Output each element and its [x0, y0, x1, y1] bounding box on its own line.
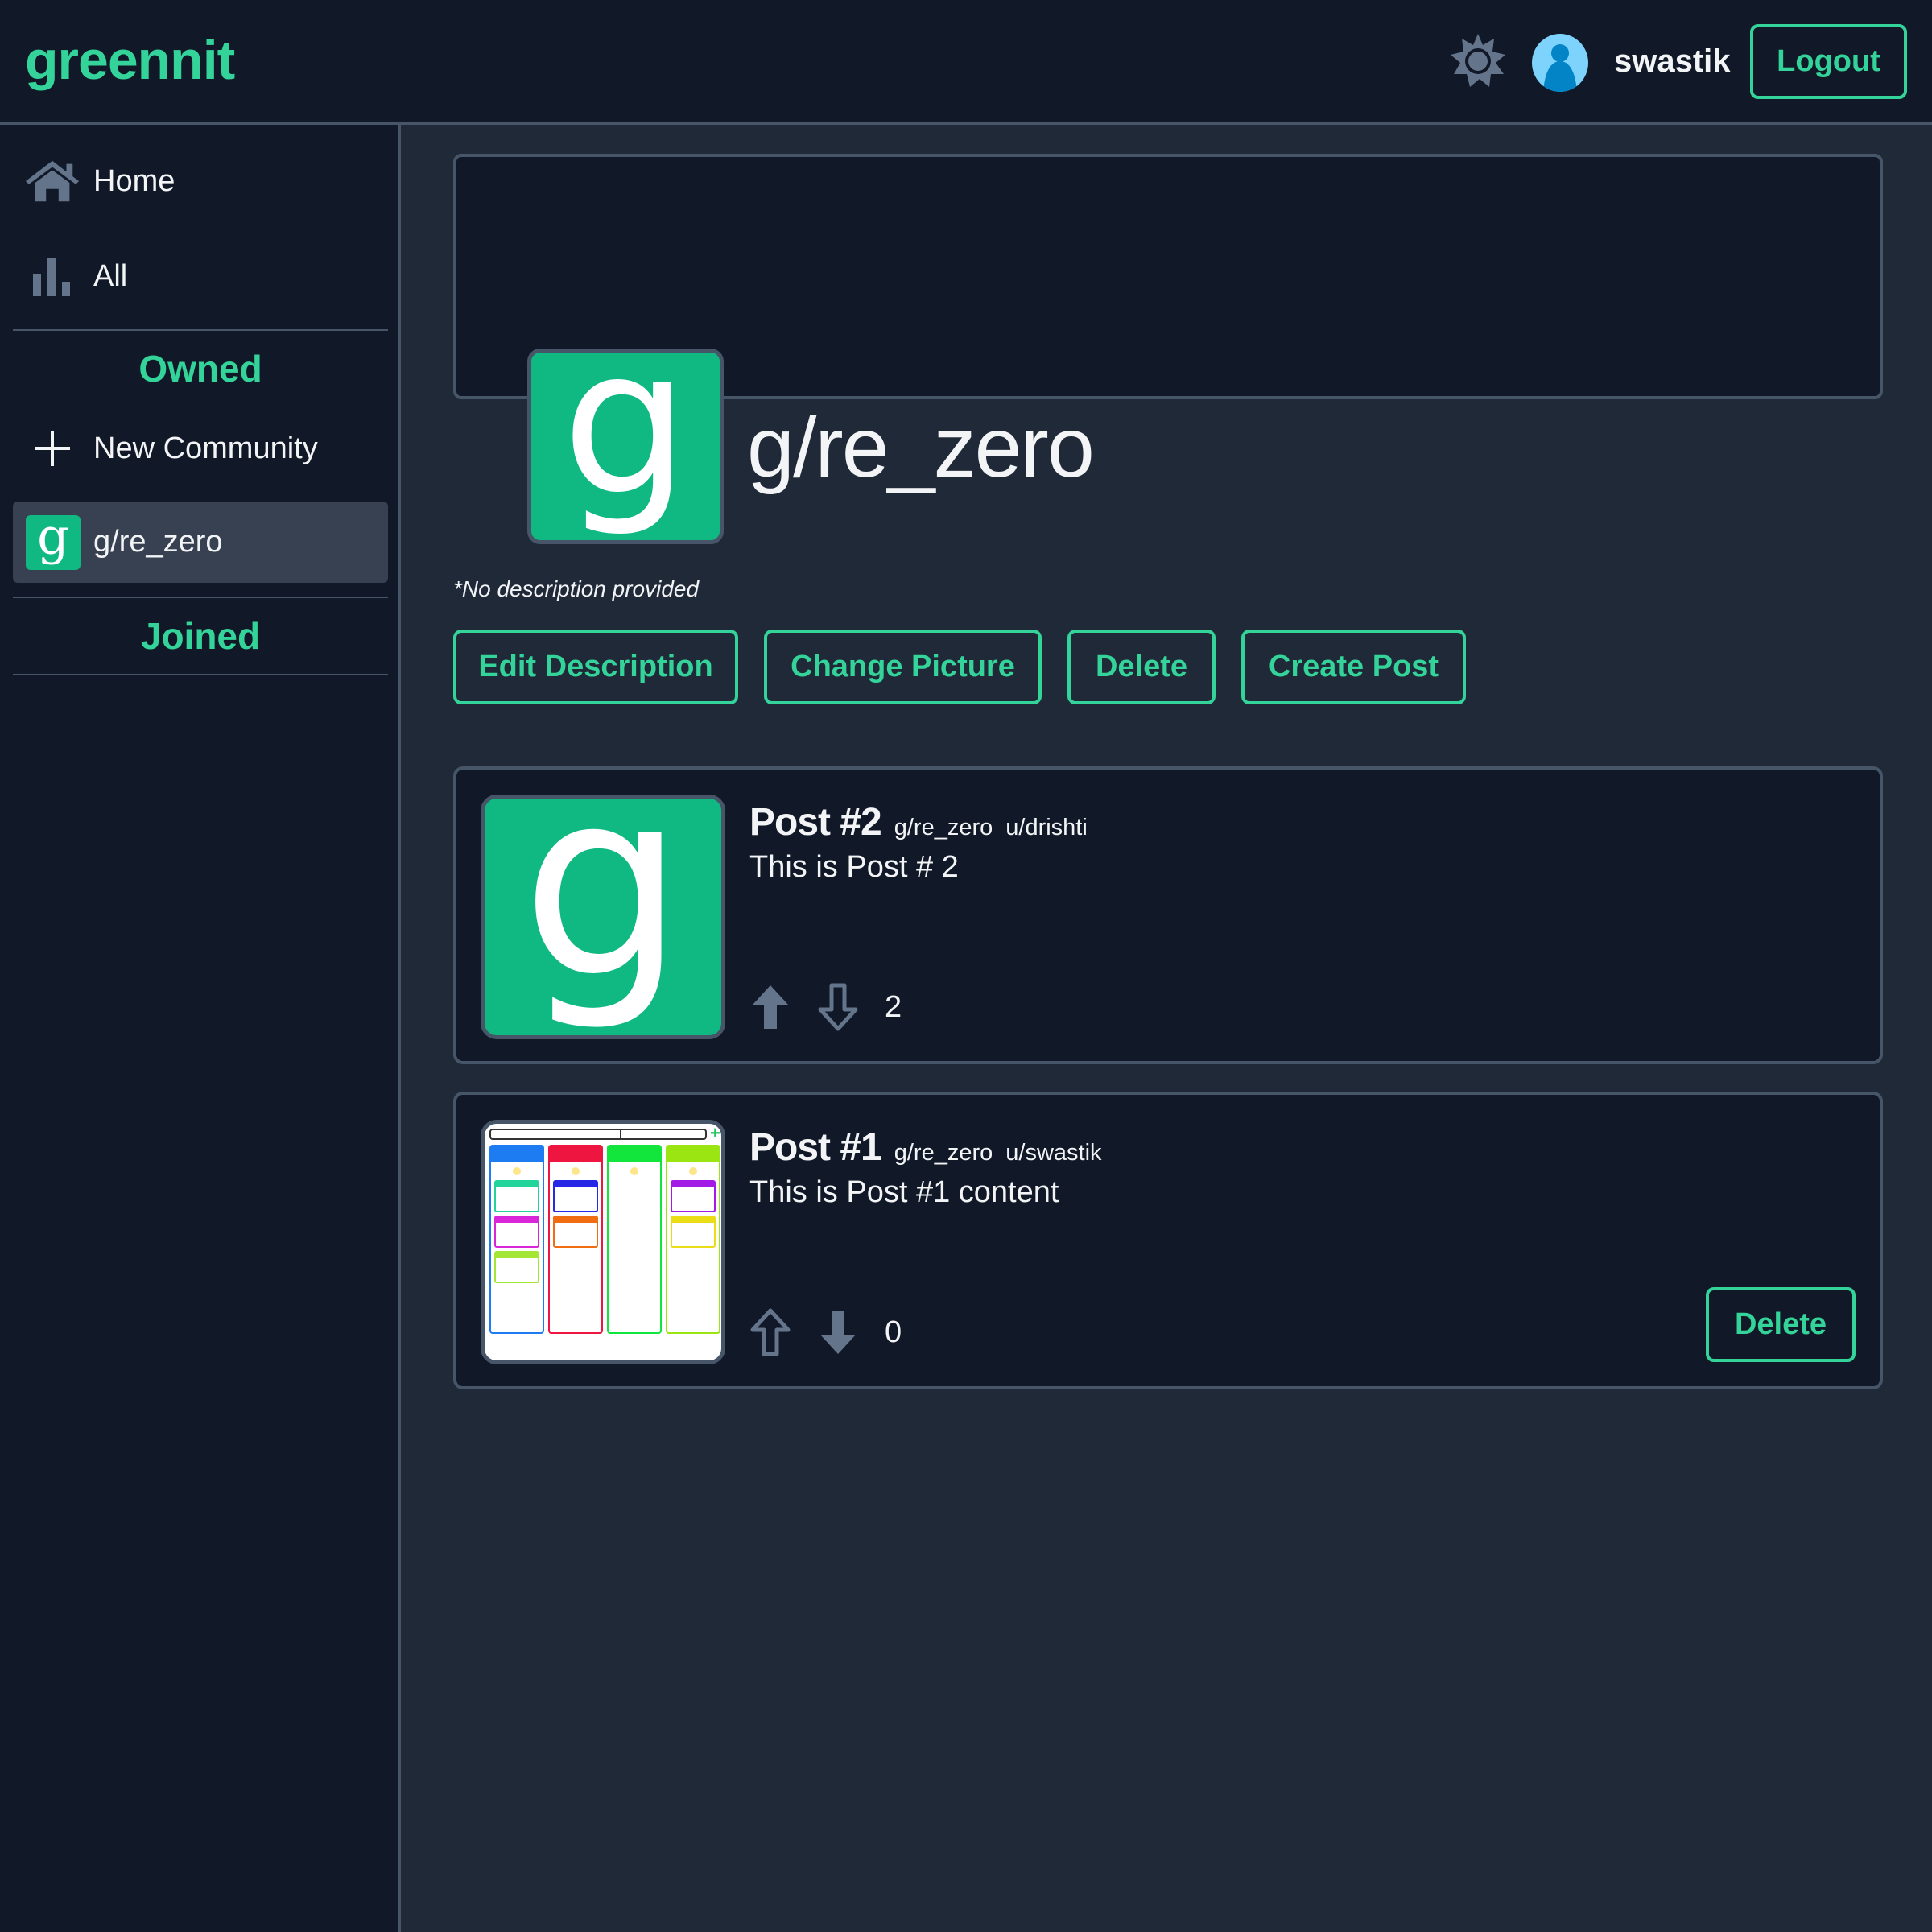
sidebar-item-label: All	[93, 258, 128, 293]
post-community-link[interactable]: g/re_zero	[894, 815, 993, 841]
kanban-column	[607, 1145, 662, 1334]
sidebar-item-label: New Community	[93, 431, 318, 465]
plus-icon: +	[710, 1123, 720, 1143]
sidebar-divider	[13, 329, 388, 331]
vote-controls: 2	[748, 982, 902, 1032]
vote-count: 2	[885, 989, 902, 1024]
vote-count: 0	[885, 1315, 902, 1349]
sidebar: Home All Owned New Community g g/re_zero…	[0, 125, 401, 1932]
post-card[interactable]: g Post #2 g/re_zero u/drishti This is Po…	[453, 766, 1883, 1064]
delete-community-button[interactable]: Delete	[1067, 630, 1216, 704]
sidebar-item-community[interactable]: g g/re_zero	[13, 502, 388, 583]
sidebar-item-label: g/re_zero	[93, 525, 223, 559]
sidebar-divider	[13, 674, 388, 675]
owned-section-title: Owned	[138, 348, 262, 390]
username[interactable]: swastik	[1614, 43, 1731, 80]
post-thumbnail[interactable]: g	[481, 795, 725, 1039]
downvote-icon[interactable]	[815, 1307, 861, 1357]
kanban-column	[666, 1145, 720, 1334]
kanban-column	[548, 1145, 603, 1334]
home-icon	[24, 157, 80, 205]
edit-description-button[interactable]: Edit Description	[453, 630, 738, 704]
post-author-link[interactable]: u/drishti	[1005, 815, 1088, 841]
community-icon: g	[26, 511, 80, 570]
sidebar-item-label: Home	[93, 163, 175, 198]
change-picture-button[interactable]: Change Picture	[764, 630, 1042, 704]
post-body: This is Post #1 content	[749, 1175, 1059, 1209]
post-community-link[interactable]: g/re_zero	[894, 1140, 993, 1166]
community-title: g/re_zero	[747, 400, 1095, 495]
sun-icon[interactable]	[1449, 32, 1507, 90]
community-avatar-letter: g	[561, 349, 690, 539]
post-thumbnail[interactable]: +	[481, 1120, 725, 1364]
app-logo[interactable]: greennit	[25, 29, 235, 92]
joined-section-title: Joined	[140, 615, 261, 657]
post-thumbnail-letter: g	[521, 795, 685, 1034]
post-header: Post #1 g/re_zero u/swastik	[749, 1125, 1102, 1170]
sidebar-item-home[interactable]: Home	[13, 141, 388, 221]
post-author-link[interactable]: u/swastik	[1005, 1140, 1101, 1166]
new-community-button[interactable]: New Community	[13, 408, 388, 489]
vote-controls: 0	[748, 1307, 902, 1357]
post-body: This is Post # 2	[749, 850, 959, 884]
post-title[interactable]: Post #2	[749, 800, 882, 844]
post-title[interactable]: Post #1	[749, 1125, 882, 1170]
user-avatar-icon[interactable]	[1532, 34, 1588, 92]
kanban-filter-bar	[489, 1129, 707, 1140]
plus-icon	[24, 424, 80, 473]
logout-button[interactable]: Logout	[1750, 24, 1907, 99]
bar-chart-icon	[24, 252, 80, 300]
downvote-icon[interactable]	[815, 982, 861, 1032]
upvote-icon[interactable]	[748, 1307, 793, 1357]
kanban-column	[489, 1145, 544, 1334]
delete-post-button[interactable]: Delete	[1706, 1287, 1856, 1362]
create-post-button[interactable]: Create Post	[1241, 630, 1466, 704]
upvote-icon[interactable]	[748, 982, 793, 1032]
sidebar-item-all[interactable]: All	[13, 236, 388, 316]
community-description: *No description provided	[453, 576, 700, 601]
post-card[interactable]: + Post #1 g/re_zero u/swastik This is Po…	[453, 1092, 1883, 1389]
post-header: Post #2 g/re_zero u/drishti	[749, 800, 1088, 844]
top-navbar: greennit swastik Logout	[0, 0, 1932, 125]
community-avatar: g	[527, 349, 724, 544]
sidebar-divider	[13, 597, 388, 598]
